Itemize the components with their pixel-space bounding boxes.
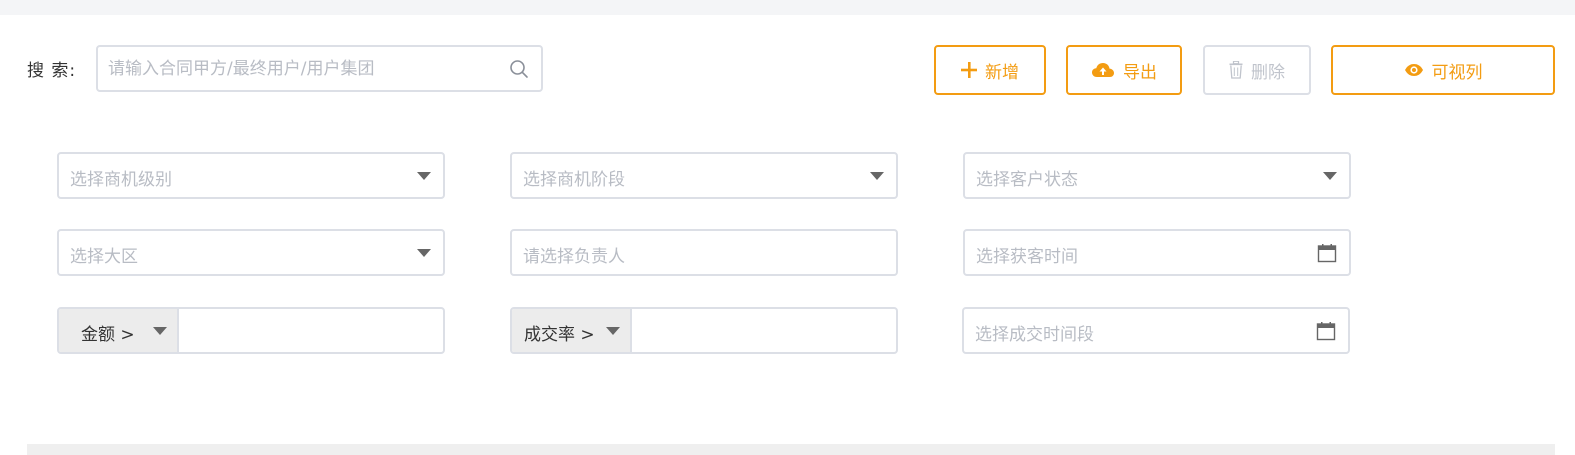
table-header-strip [27, 444, 1555, 455]
region-placeholder: 选择大区 [70, 247, 138, 267]
amount-operator-label: 金额 > [81, 325, 135, 345]
acquisition-time-placeholder: 选择获客时间 [976, 247, 1078, 267]
search-label: 搜 索: [27, 61, 77, 81]
search-input[interactable] [108, 47, 498, 90]
caret-down-icon [1323, 172, 1337, 180]
deal-period-picker[interactable]: 选择成交时间段 [962, 307, 1350, 354]
export-button[interactable]: 导出 [1066, 45, 1182, 95]
cloud-upload-icon [1091, 61, 1115, 79]
search-box[interactable] [96, 45, 543, 92]
delete-button[interactable]: 删除 [1203, 45, 1311, 95]
calendar-icon [1316, 321, 1336, 341]
win-rate-operator-select[interactable]: 成交率 > [512, 309, 632, 352]
customer-status-select[interactable]: 选择客户状态 [963, 152, 1351, 199]
plus-icon [961, 62, 977, 78]
caret-down-icon [417, 172, 431, 180]
amount-filter[interactable]: 金额 > [57, 307, 445, 354]
opportunity-stage-select[interactable]: 选择商机阶段 [510, 152, 898, 199]
export-button-label: 导出 [1123, 62, 1157, 83]
deal-period-placeholder: 选择成交时间段 [975, 325, 1094, 345]
delete-button-label: 删除 [1251, 62, 1285, 83]
owner-placeholder: 请选择负责人 [523, 247, 625, 267]
caret-down-icon [870, 172, 884, 180]
top-strip [0, 0, 1575, 15]
amount-operator-select[interactable]: 金额 > [59, 309, 179, 352]
win-rate-input[interactable] [634, 309, 896, 352]
caret-down-icon [153, 327, 167, 335]
calendar-icon [1317, 243, 1337, 263]
add-button[interactable]: 新增 [934, 45, 1046, 95]
trash-icon [1229, 61, 1243, 79]
opportunity-level-placeholder: 选择商机级别 [70, 170, 172, 190]
visible-columns-label: 可视列 [1431, 62, 1483, 83]
opportunity-level-select[interactable]: 选择商机级别 [57, 152, 445, 199]
region-select[interactable]: 选择大区 [57, 229, 445, 276]
search-icon[interactable] [509, 59, 529, 79]
eye-icon [1404, 63, 1424, 77]
win-rate-operator-label: 成交率 > [524, 325, 595, 345]
customer-status-placeholder: 选择客户状态 [976, 170, 1078, 190]
caret-down-icon [417, 249, 431, 257]
visible-columns-button[interactable]: 可视列 [1331, 45, 1555, 95]
owner-select[interactable]: 请选择负责人 [510, 229, 898, 276]
caret-down-icon [606, 327, 620, 335]
amount-input[interactable] [181, 309, 443, 352]
add-button-label: 新增 [985, 62, 1019, 83]
win-rate-filter[interactable]: 成交率 > [510, 307, 898, 354]
acquisition-time-picker[interactable]: 选择获客时间 [963, 229, 1351, 276]
opportunity-stage-placeholder: 选择商机阶段 [523, 170, 625, 190]
